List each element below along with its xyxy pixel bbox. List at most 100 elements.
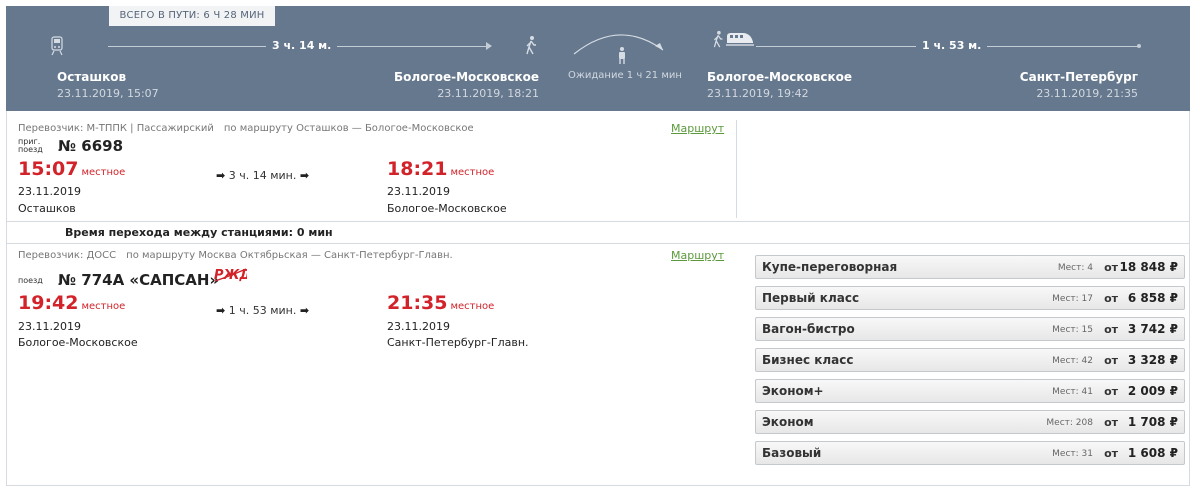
travel-duration: ➡ 3 ч. 14 мин. ➡: [216, 169, 309, 182]
seats-available: Мест: 15: [1052, 325, 1093, 335]
high-speed-train-icon: [726, 30, 754, 48]
fare-class-option[interactable]: Бизнес класс Мест: 42 от 3 328 ₽: [755, 348, 1185, 372]
route-description: по маршруту Москва Октябрьская — Санкт-П…: [126, 250, 453, 261]
departure-date: 23.11.2019: [18, 320, 81, 333]
train-segment-2: Перевозчик: ДОСС по маршруту Москва Октяб…: [6, 243, 1190, 486]
local-time-label: местное: [450, 301, 495, 312]
fare-price: 6 858 ₽: [1127, 291, 1178, 305]
carrier-info: Перевозчик: ДОСС по маршруту Москва Октяб…: [18, 250, 453, 261]
waiting-person-icon: [615, 46, 629, 64]
price-from-label: от: [1104, 261, 1118, 274]
fare-class-option[interactable]: Эконом+ Мест: 41 от 2 009 ₽: [755, 379, 1185, 403]
station-name: Бологое-Московское: [707, 70, 852, 84]
fare-price: 3 742 ₽: [1127, 322, 1178, 336]
fare-class-option[interactable]: Первый класс Мест: 17 от 6 858 ₽: [755, 286, 1185, 310]
train-type: поезд: [18, 277, 43, 285]
station-name: Бологое-Московское: [394, 70, 539, 84]
carrier-name: Перевозчик: ДОСС: [18, 250, 117, 261]
station-datetime: 23.11.2019, 15:07: [57, 87, 159, 100]
transfer-info: Время перехода между станциями: 0 мин: [6, 222, 1190, 243]
duration-value: 3 ч. 14 мин.: [228, 169, 297, 182]
arrow-right-icon: ➡: [299, 304, 310, 317]
price-from-label: от: [1104, 447, 1118, 460]
journey-summary: ВСЕГО В ПУТИ: 6 Ч 28 МИН 3 ч. 14 м. Ожид…: [6, 6, 1190, 111]
route-description: по маршруту Осташков — Бологое-Московско…: [223, 123, 474, 134]
arrow-right-icon: ➡: [216, 169, 226, 182]
carrier-name: Перевозчик: М-ТППК | Пассажирский: [18, 123, 214, 134]
station-datetime: 23.11.2019, 19:42: [707, 87, 809, 100]
fare-price: 3 328 ₽: [1127, 353, 1178, 367]
arrival-time: 21:35 местное: [387, 292, 494, 314]
arrow-right-icon: ➡: [216, 304, 226, 317]
departure-time-value: 19:42: [18, 292, 79, 314]
fare-price: 1 708 ₽: [1127, 415, 1178, 429]
station-datetime: 23.11.2019, 18:21: [437, 87, 539, 100]
walking-person-icon: [711, 30, 725, 48]
seats-available: Мест: 208: [1046, 418, 1093, 428]
local-time-label: местное: [450, 167, 495, 178]
seats-available: Мест: 4: [1057, 263, 1093, 273]
duration-value: 1 ч. 53 мин.: [228, 304, 297, 317]
departure-time: 19:42 местное: [18, 292, 125, 314]
fare-class-option[interactable]: Вагон-бистро Мест: 15 от 3 742 ₽: [755, 317, 1185, 341]
fare-class-name: Купе-переговорная: [762, 260, 898, 274]
local-time-label: местное: [81, 167, 126, 178]
arrival-station: Бологое-Московское: [387, 202, 507, 215]
route-link[interactable]: Маршрут: [671, 122, 724, 135]
arrival-time-value: 18:21: [387, 158, 448, 180]
price-from-label: от: [1104, 354, 1118, 367]
departure-date: 23.11.2019: [18, 185, 81, 198]
fare-class-name: Бизнес класс: [762, 353, 854, 367]
segment-2-duration: 1 ч. 53 м.: [916, 39, 988, 53]
station-name: Осташков: [57, 70, 127, 84]
fare-class-name: Эконом: [762, 415, 814, 429]
fare-price: 18 848 ₽: [1119, 260, 1178, 274]
travel-duration: ➡ 1 ч. 53 мин. ➡: [216, 304, 309, 317]
train-number: № 774А «САПСАН»: [58, 271, 220, 289]
arrival-date: 23.11.2019: [387, 185, 450, 198]
departure-time: 15:07 местное: [18, 158, 125, 180]
commuter-train-icon: [50, 36, 64, 56]
segment-2-end-dot: [1137, 44, 1141, 48]
seats-available: Мест: 42: [1052, 356, 1093, 366]
trip-details: ВСЕГО В ПУТИ: 6 Ч 28 МИН 3 ч. 14 м. Ожид…: [0, 0, 1200, 496]
local-time-label: местное: [81, 301, 126, 312]
arrival-station: Санкт-Петербург-Главн.: [387, 336, 529, 349]
fare-class-name: Вагон-бистро: [762, 322, 855, 336]
fare-class-option[interactable]: Базовый Мест: 31 от 1 608 ₽: [755, 441, 1185, 465]
price-from-label: от: [1104, 416, 1118, 429]
train-type: приг. поезд: [18, 138, 43, 154]
train-segment-1: Перевозчик: М-ТППК | Пассажирский по марш…: [6, 111, 1190, 222]
train-type-line: поезд: [18, 276, 43, 285]
arrow-right-icon: ➡: [299, 169, 310, 182]
segment-1-duration: 3 ч. 14 м.: [266, 39, 338, 53]
route-link[interactable]: Маршрут: [671, 249, 724, 262]
rzd-logo-icon: РЖД: [213, 266, 251, 286]
total-travel-time: ВСЕГО В ПУТИ: 6 Ч 28 МИН: [109, 6, 275, 26]
arrival-time-value: 21:35: [387, 292, 448, 314]
station-datetime: 23.11.2019, 21:35: [1036, 87, 1138, 100]
arrival-time: 18:21 местное: [387, 158, 494, 180]
arrival-date: 23.11.2019: [387, 320, 450, 333]
train-type-line: поезд: [18, 145, 43, 154]
fare-class-option[interactable]: Купе-переговорная Мест: 4 от 18 848 ₽: [755, 255, 1185, 279]
departure-station: Бологое-Московское: [18, 336, 138, 349]
wait-duration: Ожидание 1 ч 21 мин: [568, 70, 682, 81]
seats-available: Мест: 17: [1052, 294, 1093, 304]
fare-class-name: Базовый: [762, 446, 822, 460]
carrier-info: Перевозчик: М-ТППК | Пассажирский по марш…: [18, 123, 474, 134]
transfer-time: Время перехода между станциями: 0 мин: [65, 226, 333, 239]
walking-person-icon: [524, 35, 538, 55]
seats-available: Мест: 31: [1052, 449, 1093, 459]
arrow-right-icon: [486, 42, 492, 50]
departure-time-value: 15:07: [18, 158, 79, 180]
price-from-label: от: [1104, 323, 1118, 336]
fare-class-name: Первый класс: [762, 291, 860, 305]
fare-price: 2 009 ₽: [1127, 384, 1178, 398]
departure-station: Осташков: [18, 202, 76, 215]
price-from-label: от: [1104, 385, 1118, 398]
fare-class-name: Эконом+: [762, 384, 824, 398]
price-from-label: от: [1104, 292, 1118, 305]
fare-class-option[interactable]: Эконом Мест: 208 от 1 708 ₽: [755, 410, 1185, 434]
seats-available: Мест: 41: [1052, 387, 1093, 397]
